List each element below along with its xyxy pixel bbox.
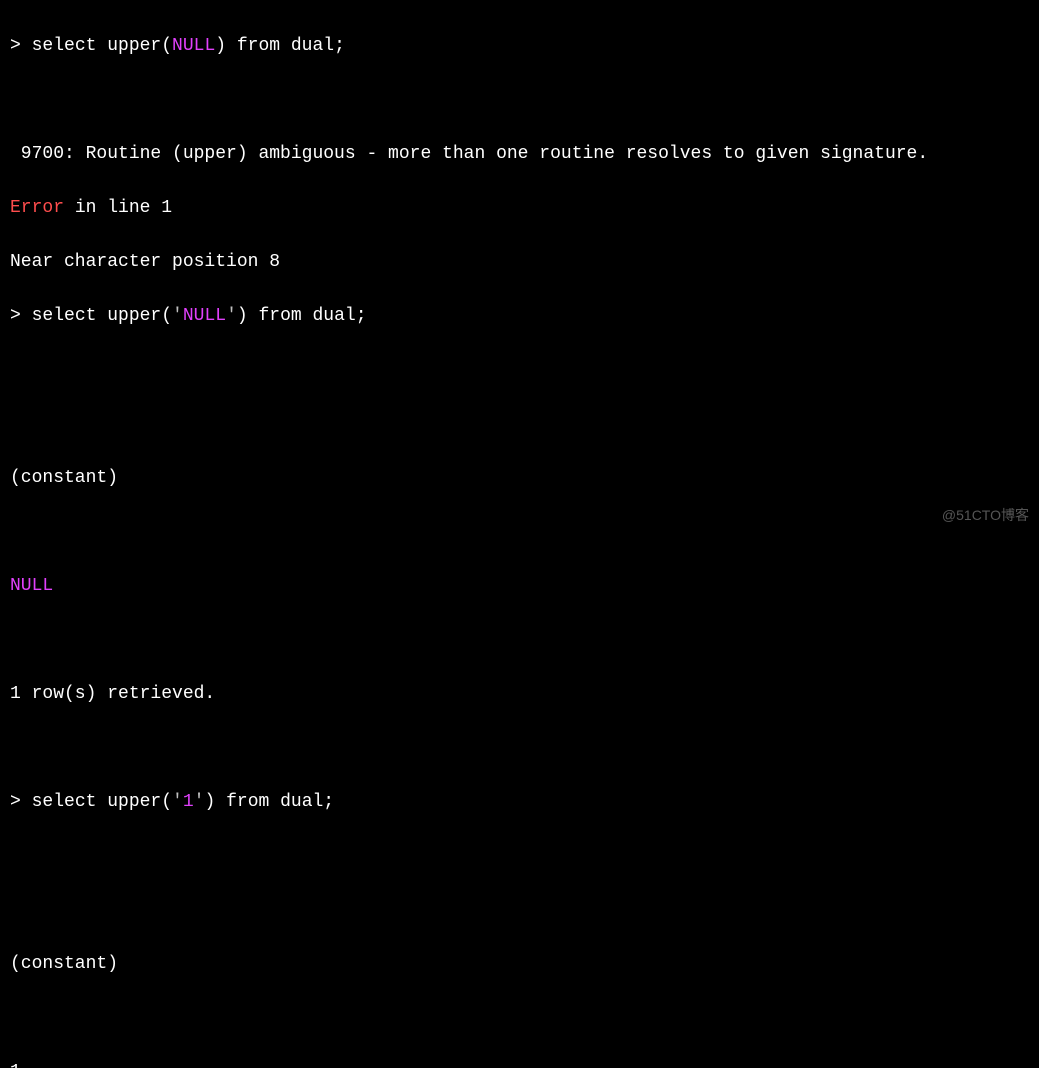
prompt: > [10,792,32,812]
error-label: Error [10,198,64,218]
sql-text: select upper( [32,306,172,326]
null-keyword: NULL [172,36,215,56]
prompt: > [10,36,32,56]
blank-line [10,87,1029,114]
blank-line [10,357,1029,384]
watermark: @51CTO博客 [942,505,1029,526]
sql-text: select upper( [32,36,172,56]
quote: ' [194,792,205,812]
sql-text: ) from dual; [204,792,334,812]
column-header: (constant) [10,465,1029,492]
error-in-line: in line 1 [64,198,172,218]
query-line-2: > select upper('NULL') from dual; [10,303,1029,330]
quote: ' [226,306,237,326]
error-near-line: Near character position 8 [10,249,1029,276]
column-header: (constant) [10,951,1029,978]
error-code-line: 9700: Routine (upper) ambiguous - more t… [10,141,1029,168]
blank-line [10,1005,1029,1032]
string-literal: NULL [183,306,226,326]
blank-line [10,627,1029,654]
rows-retrieved: 1 row(s) retrieved. [10,681,1029,708]
quote: ' [172,306,183,326]
blank-line [10,411,1029,438]
sql-text: ) from dual; [215,36,345,56]
query-line-1: > select upper(NULL) from dual; [10,33,1029,60]
prompt: > [10,306,32,326]
quote: ' [172,792,183,812]
blank-line [10,519,1029,546]
error-line: Error in line 1 [10,195,1029,222]
blank-line [10,897,1029,924]
query-line-3: > select upper('1') from dual; [10,789,1029,816]
terminal-output[interactable]: > select upper(NULL) from dual; 9700: Ro… [10,6,1029,1068]
result-value: 1 [10,1059,1029,1068]
string-literal: 1 [183,792,194,812]
sql-text: ) from dual; [237,306,367,326]
result-value: NULL [10,573,1029,600]
blank-line [10,735,1029,762]
sql-text: select upper( [32,792,172,812]
blank-line [10,843,1029,870]
